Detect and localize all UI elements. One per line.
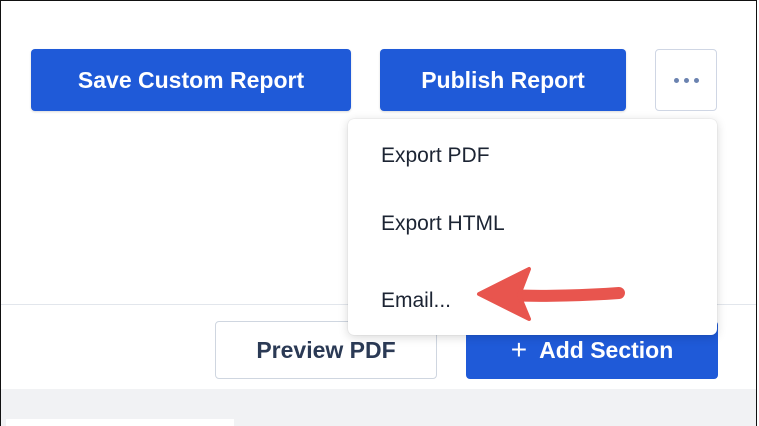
menu-item-export-pdf[interactable]: Export PDF [348, 126, 717, 186]
menu-item-export-html[interactable]: Export HTML [348, 194, 717, 254]
more-options-button[interactable] [655, 49, 717, 111]
publish-report-button[interactable]: Publish Report [380, 49, 626, 111]
plus-icon: + [510, 334, 528, 365]
annotation-arrow-icon [477, 267, 625, 321]
save-custom-report-button[interactable]: Save Custom Report [31, 49, 351, 111]
app-frame: Save Custom Report Publish Report Previe… [0, 0, 757, 426]
content-tab [6, 419, 234, 426]
more-horizontal-icon [673, 77, 699, 83]
add-section-label: Add Section [539, 336, 674, 363]
